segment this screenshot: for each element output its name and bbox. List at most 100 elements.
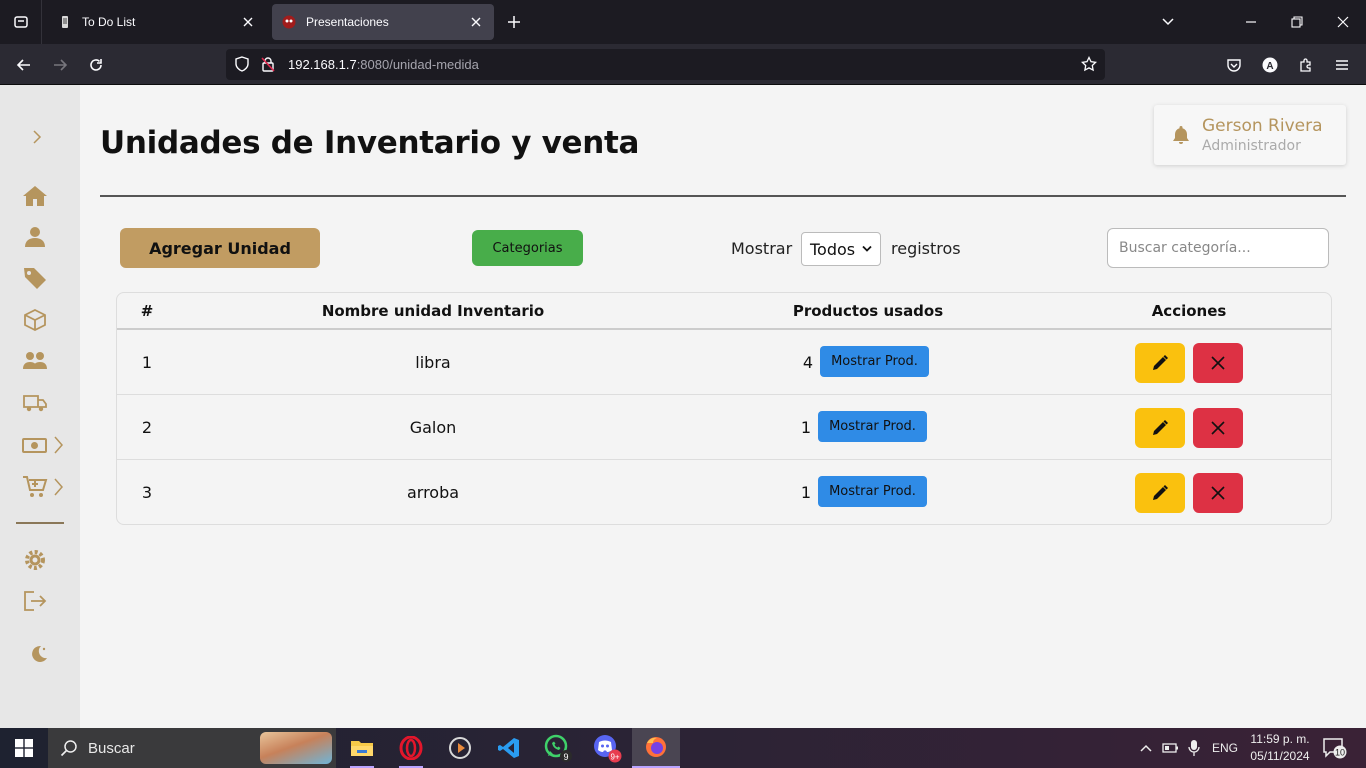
reload-button[interactable] (81, 50, 111, 80)
microphone-icon (1188, 740, 1200, 756)
microphone-button[interactable] (1187, 728, 1201, 768)
pocket-button[interactable] (1219, 50, 1249, 80)
chevron-right-icon (54, 436, 63, 454)
whatsapp-icon: 9 (544, 734, 572, 762)
taskbar-media-player[interactable] (436, 728, 484, 768)
opera-icon (399, 736, 423, 760)
title-divider (100, 195, 1346, 197)
delete-button[interactable] (1193, 343, 1243, 383)
taskbar-discord[interactable]: 9+ (583, 728, 631, 768)
tray-overflow-button[interactable] (1139, 728, 1153, 768)
search-highlight-image (260, 732, 332, 764)
delete-button[interactable] (1193, 408, 1243, 448)
sidebar-item-sales[interactable] (22, 473, 68, 501)
taskbar-opera[interactable] (387, 728, 435, 768)
records-select[interactable]: Todos (801, 232, 881, 266)
start-button[interactable] (0, 728, 48, 768)
unit-name: arroba (406, 483, 460, 502)
tab-todo-list[interactable]: To Do List (48, 4, 266, 40)
close-tab-icon[interactable] (240, 14, 256, 30)
bell-icon[interactable] (1172, 125, 1190, 149)
pencil-icon (1153, 420, 1168, 435)
show-products-button[interactable]: Mostrar Prod. (818, 411, 927, 442)
sidebar-item-users[interactable] (22, 223, 68, 251)
show-products-button[interactable]: Mostrar Prod. (818, 476, 927, 507)
taskbar-file-explorer[interactable] (338, 728, 386, 768)
back-button[interactable] (9, 50, 39, 80)
notifications-button[interactable]: 10 (1322, 728, 1348, 768)
pencil-icon (1153, 485, 1168, 500)
language-label: ENG (1212, 741, 1239, 755)
chevron-right-icon (54, 478, 63, 496)
tab-title: To Do List (82, 15, 136, 29)
account-button[interactable]: A (1255, 50, 1285, 80)
browser-nav-bar: 192.168.1.7:8080/unidad-medida A (0, 44, 1366, 85)
taskbar-clock[interactable]: 11:59 p. m. 05/11/2024 (1240, 731, 1320, 765)
sidebar-item-products[interactable] (22, 306, 68, 334)
users-group-icon (23, 352, 47, 369)
taskbar-search[interactable]: Buscar (48, 728, 336, 768)
cash-icon (22, 438, 47, 453)
sidebar-item-settings[interactable] (22, 546, 68, 574)
edit-button[interactable] (1135, 408, 1185, 448)
categories-button[interactable]: Categorias (472, 230, 583, 266)
sidebar-item-tags[interactable] (22, 264, 68, 292)
delete-button[interactable] (1193, 473, 1243, 513)
puzzle-icon (1300, 58, 1311, 72)
battery-button[interactable] (1162, 728, 1180, 768)
search-input[interactable] (1107, 228, 1329, 268)
reload-icon (90, 59, 102, 71)
row-number: 3 (141, 483, 153, 502)
folder-icon (351, 741, 373, 756)
url-text: 192.168.1.7:8080/unidad-medida (288, 57, 479, 72)
show-products-button[interactable]: Mostrar Prod. (820, 346, 929, 377)
sidebar-item-home[interactable] (22, 182, 68, 210)
sidebar-item-cash[interactable] (22, 431, 68, 459)
user-card[interactable]: Gerson Rivera Administrador (1154, 105, 1346, 165)
notification-icon: 10 (1323, 738, 1347, 759)
vscode-icon (498, 738, 519, 758)
chevron-down-icon (862, 245, 872, 252)
language-indicator[interactable]: ENG (1212, 728, 1238, 768)
tab-list-button[interactable] (0, 0, 42, 44)
insecure-lock-icon[interactable] (260, 56, 276, 72)
table-header: # Nombre unidad Inventario Productos usa… (117, 293, 1331, 330)
user-role: Administrador (1202, 138, 1301, 154)
new-tab-button[interactable] (502, 10, 526, 34)
add-unit-button[interactable]: Agregar Unidad (120, 228, 320, 268)
sidebar-item-clients[interactable] (22, 347, 68, 375)
product-count: 4 (802, 353, 813, 372)
theme-toggle[interactable] (28, 640, 74, 668)
product-count: 1 (800, 418, 811, 437)
restore-icon (1291, 16, 1303, 28)
taskbar-whatsapp[interactable]: 9 (534, 728, 582, 768)
hamburger-icon (1336, 60, 1348, 70)
taskbar-firefox[interactable] (632, 728, 680, 768)
box-icon (24, 308, 46, 332)
tab-overflow-button[interactable] (1145, 0, 1191, 44)
taskbar-vscode[interactable] (485, 728, 533, 768)
windows-logo-icon (15, 739, 33, 757)
product-count: 1 (800, 483, 811, 502)
records-select-value: Todos (810, 239, 856, 259)
minimize-button[interactable] (1228, 0, 1274, 44)
user-icon (25, 227, 45, 247)
menu-button[interactable] (1327, 50, 1357, 80)
sidebar-item-logout[interactable] (22, 587, 68, 615)
forward-button[interactable] (45, 50, 75, 80)
sidebar-item-suppliers[interactable] (22, 389, 68, 417)
address-bar[interactable]: 192.168.1.7:8080/unidad-medida (226, 49, 1105, 80)
restore-button[interactable] (1274, 0, 1320, 44)
table-row: 3 arroba 1 Mostrar Prod. (117, 460, 1331, 524)
shield-icon[interactable] (234, 56, 250, 72)
play-icon (449, 737, 471, 759)
sidebar-expand[interactable] (30, 123, 76, 151)
edit-button[interactable] (1135, 473, 1185, 513)
edit-button[interactable] (1135, 343, 1185, 383)
close-window-button[interactable] (1320, 0, 1366, 44)
discord-badge: 9+ (610, 753, 619, 762)
tab-presentaciones[interactable]: Presentaciones (272, 4, 494, 40)
extensions-button[interactable] (1291, 50, 1321, 80)
bookmark-star-icon[interactable] (1081, 56, 1097, 72)
close-tab-icon[interactable] (468, 14, 484, 30)
